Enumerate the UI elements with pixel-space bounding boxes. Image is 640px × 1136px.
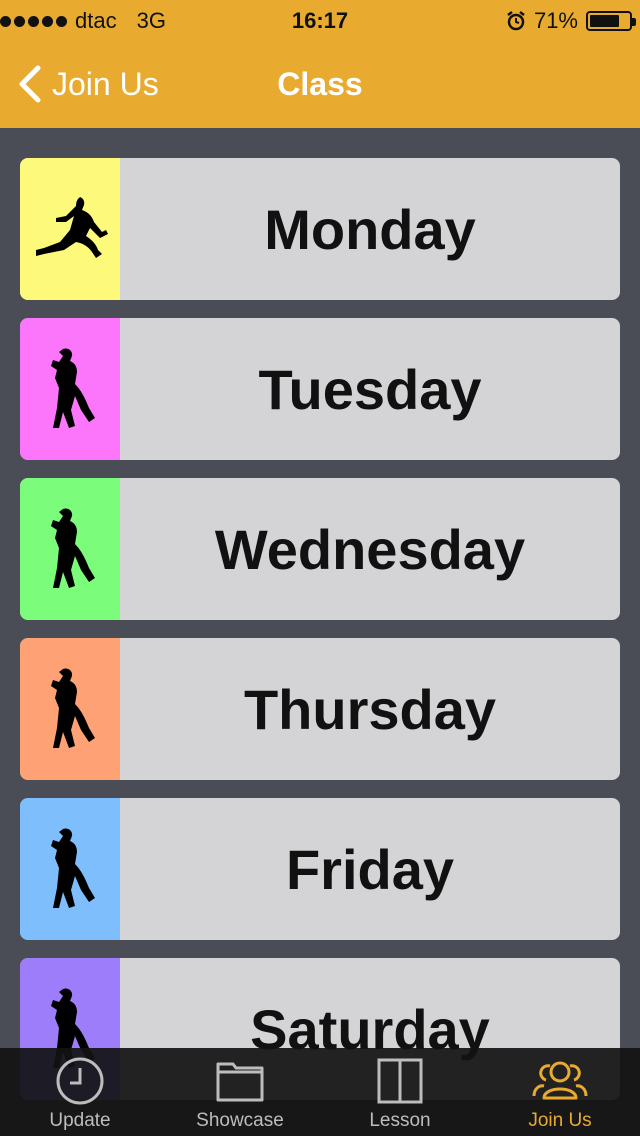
day-row-thursday[interactable]: Thursday [20,638,620,780]
chevron-left-icon [19,65,41,103]
day-label: Friday [285,837,455,901]
dancer-icon [51,508,95,588]
day-row-monday[interactable]: Monday [20,158,620,300]
top-bar: dtac 3G 16:17 71% Join Us Class [0,0,640,128]
day-row-friday[interactable]: Friday [20,798,620,940]
tab-lesson[interactable]: Lesson [320,1048,480,1136]
back-label: Join Us [52,65,159,102]
tab-showcase[interactable]: Showcase [160,1048,320,1136]
day-label: Tuesday [258,357,482,421]
tab-label: Join Us [528,1110,592,1131]
folder-icon [216,1062,264,1102]
status-bar: dtac 3G 16:17 71% [0,0,640,40]
alarm-icon [507,11,525,31]
tab-update[interactable]: Update [0,1048,160,1136]
day-swatch [20,638,120,780]
class-day-list: Monday Tuesday Wednesday Thursday Friday… [20,158,620,1118]
day-label: Monday [264,197,476,261]
people-icon [532,1061,588,1100]
dancer-icon [51,348,95,428]
day-swatch [20,318,120,460]
day-swatch [20,158,120,300]
tab-label: Update [49,1110,111,1131]
tab-label: Showcase [196,1110,284,1131]
day-label: Wednesday [214,517,526,581]
back-button[interactable]: Join Us [18,64,159,104]
navigation-bar: Join Us Class [0,40,640,128]
dancer-icon [51,668,95,748]
day-row-wednesday[interactable]: Wednesday [20,478,620,620]
tab-label: Lesson [369,1110,431,1131]
dancer-icon [36,197,108,258]
battery-percent: 71% [533,8,578,33]
tab-join-us[interactable]: Join Us [480,1048,640,1136]
clock-icon [56,1057,104,1105]
battery-icon [586,11,636,31]
day-label: Thursday [243,677,497,741]
dancer-icon [51,828,95,908]
day-swatch [20,478,120,620]
tab-bar: Update Showcase Lesson Join Us [0,1048,640,1136]
book-icon [377,1058,423,1104]
day-row-tuesday[interactable]: Tuesday [20,318,620,460]
day-swatch [20,798,120,940]
